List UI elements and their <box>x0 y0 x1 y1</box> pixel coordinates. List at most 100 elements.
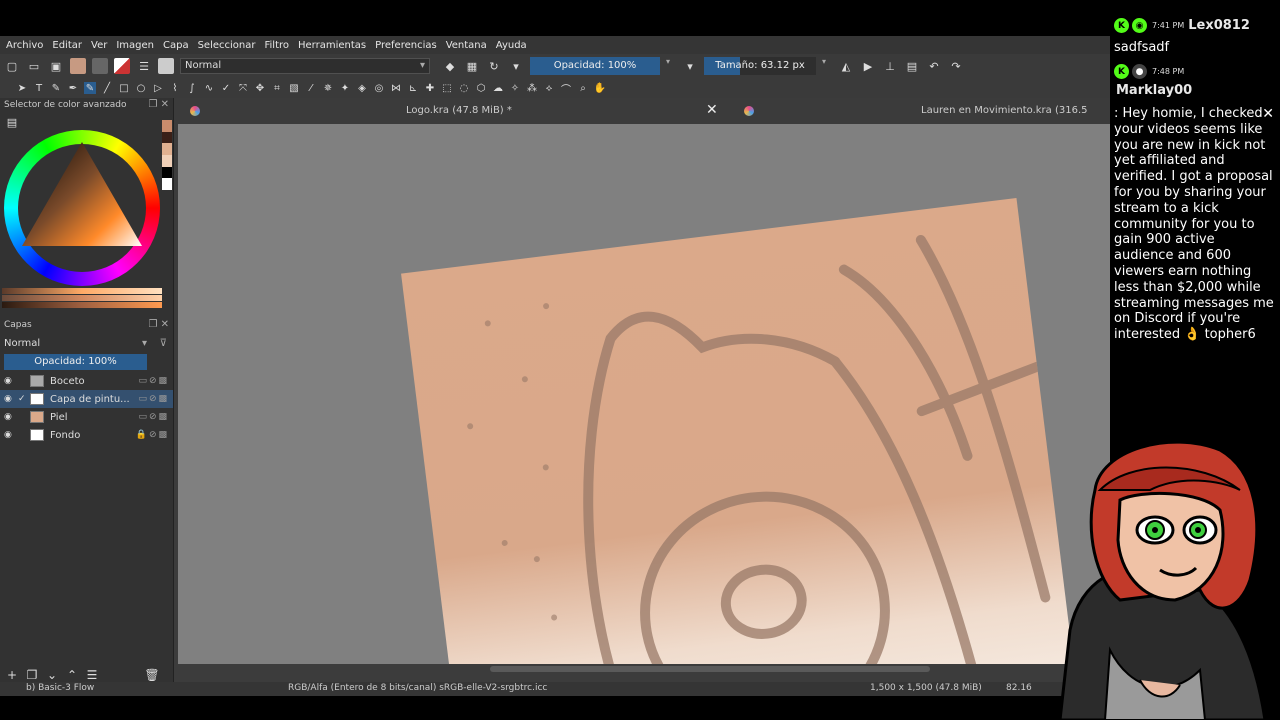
color-picker-icon[interactable]: ⁄ <box>305 82 317 94</box>
brush-preset-thumb[interactable] <box>158 58 174 74</box>
transform-tool-icon[interactable]: ⤧ <box>237 82 249 94</box>
dropdown-icon[interactable]: ▾ <box>508 58 524 74</box>
visibility-eye-icon[interactable]: ◉ <box>4 376 18 386</box>
menu-ventana[interactable]: Ventana <box>446 40 487 51</box>
dynamic-brush-icon[interactable]: ✓ <box>220 82 232 94</box>
menu-filtro[interactable]: Filtro <box>264 40 289 51</box>
open-folder-icon[interactable]: ▭ <box>26 58 42 74</box>
bezier-select-icon[interactable]: ⟡ <box>543 82 555 94</box>
layer-properties-icon[interactable]: ☰ <box>86 667 98 683</box>
assistant-tool-icon[interactable]: ⋈ <box>390 82 402 94</box>
alpha-lock-icon[interactable]: ▦ <box>464 58 480 74</box>
duplicate-layer-icon[interactable]: ❐ <box>26 667 38 683</box>
size-slider[interactable]: Tamaño: 63.12 px <box>704 57 816 75</box>
close-icon[interactable]: ✕ <box>1262 106 1274 122</box>
canvas-area[interactable] <box>178 124 1110 664</box>
freehand-path-icon[interactable]: ∿ <box>203 82 215 94</box>
save-icon[interactable]: ▣ <box>48 58 64 74</box>
brush-presets-icon[interactable]: ☰ <box>136 58 152 74</box>
ellipse-tool-icon[interactable]: ○ <box>135 82 147 94</box>
grid-icon[interactable]: ▤ <box>904 58 920 74</box>
menu-editar[interactable]: Editar <box>52 40 82 51</box>
reference-tool-icon[interactable]: ✚ <box>424 82 436 94</box>
menu-seleccionar[interactable]: Seleccionar <box>198 40 256 51</box>
visibility-eye-icon[interactable]: ◉ <box>4 394 18 404</box>
colorize-mask-icon[interactable]: ✵ <box>322 82 334 94</box>
layer-lock-alpha-icon[interactable]: ▭⊘▩ <box>138 412 169 422</box>
tab-lauren-kra[interactable]: Lauren en Movimiento.kra (316.5 MiB) <box>921 98 1110 142</box>
menu-ayuda[interactable]: Ayuda <box>496 40 527 51</box>
mirror-horizontal-icon[interactable]: ◭ <box>838 58 854 74</box>
ellipse-select-icon[interactable]: ◌ <box>458 82 470 94</box>
layer-blend-select[interactable]: Normal ▾ ⊽ <box>4 334 169 352</box>
text-tool-icon[interactable]: T <box>33 82 45 94</box>
move-down-icon[interactable]: ⌄ <box>46 667 58 683</box>
smart-patch-icon[interactable]: ✦ <box>339 82 351 94</box>
magnetic-select-icon[interactable]: ⌒ <box>560 82 572 96</box>
delete-layer-icon[interactable]: 🗑 <box>144 667 159 683</box>
recent-colors-strip[interactable] <box>162 120 172 191</box>
blend-mode-select[interactable]: Normal <box>180 58 430 74</box>
eraser-icon[interactable]: ◆ <box>442 58 458 74</box>
menu-herramientas[interactable]: Herramientas <box>298 40 366 51</box>
redo-icon[interactable]: ↷ <box>948 58 964 74</box>
gradient-swatch[interactable] <box>92 58 108 74</box>
layer-row[interactable]: ◉ Piel ▭⊘▩ <box>0 408 173 426</box>
undo-icon[interactable]: ↶ <box>926 58 942 74</box>
add-layer-icon[interactable]: + <box>6 667 18 683</box>
polyline-tool-icon[interactable]: ⌇ <box>169 82 181 94</box>
rectangle-tool-icon[interactable]: □ <box>118 82 130 94</box>
tab-logo-kra[interactable]: Logo.kra (47.8 MiB) * <box>406 98 512 124</box>
crop-tool-icon[interactable]: ⌗ <box>271 82 283 94</box>
measure-tool-icon[interactable]: ⊾ <box>407 82 419 94</box>
color-settings-icon[interactable]: ▤ <box>4 114 20 130</box>
close-icon[interactable]: ✕ <box>706 102 718 118</box>
menu-archivo[interactable]: Archivo <box>6 40 43 51</box>
layer-lock-alpha-icon[interactable]: ▭⊘▩ <box>138 376 169 386</box>
polygon-tool-icon[interactable]: ▷ <box>152 82 164 94</box>
layer-row[interactable]: ◉ Boceto ▭⊘▩ <box>0 372 173 390</box>
menu-imagen[interactable]: Imagen <box>116 40 154 51</box>
brush-tool-icon[interactable]: ✎ <box>84 82 96 94</box>
shade-sliders[interactable] <box>2 288 162 308</box>
wrap-icon[interactable]: ⊥ <box>882 58 898 74</box>
dock-float-close-icon[interactable]: ❐ ✕ <box>148 99 169 110</box>
polygon-select-icon[interactable]: ⬡ <box>475 82 487 94</box>
fg-bg-color-swatch[interactable] <box>114 58 130 74</box>
chevron-down-icon[interactable]: ▾ <box>142 338 147 349</box>
opacity-slider[interactable]: Opacidad: 100% <box>530 57 660 75</box>
menu-preferencias[interactable]: Preferencias <box>375 40 437 51</box>
similar-select-icon[interactable]: ⁂ <box>526 82 538 94</box>
bezier-tool-icon[interactable]: ∫ <box>186 82 198 94</box>
layer-opacity-slider[interactable]: Opacidad: 100% <box>4 354 147 370</box>
opacity-spin-icon[interactable]: ▾ <box>666 57 674 75</box>
move-tool-icon[interactable]: ✥ <box>254 82 266 94</box>
layer-row[interactable]: ◉ ✓ Capa de pintu... ▭⊘▩ <box>0 390 173 408</box>
edit-shapes-icon[interactable]: ✎ <box>50 82 62 94</box>
enclose-fill-icon[interactable]: ◎ <box>373 82 385 94</box>
menu-ver[interactable]: Ver <box>91 40 107 51</box>
layer-row[interactable]: ◉ Fondo 🔒⊘▩ <box>0 426 173 444</box>
pan-tool-icon[interactable]: ✋ <box>594 82 606 94</box>
horizontal-scrollbar[interactable] <box>490 666 930 672</box>
menu-capa[interactable]: Capa <box>163 40 189 51</box>
dropdown-icon[interactable]: ▾ <box>682 58 698 74</box>
select-tool-icon[interactable]: ➤ <box>16 82 28 94</box>
move-up-icon[interactable]: ⌃ <box>66 667 78 683</box>
mirror-vertical-icon[interactable]: ▶ <box>860 58 876 74</box>
gradient-tool-icon[interactable]: ▧ <box>288 82 300 94</box>
pattern-swatch[interactable] <box>70 58 86 74</box>
document-image[interactable] <box>401 198 1075 664</box>
dock-float-close-icon[interactable]: ❐ ✕ <box>148 319 169 330</box>
new-document-icon[interactable]: ▢ <box>4 58 20 74</box>
layer-lock-alpha-icon[interactable]: ▭⊘▩ <box>138 394 169 404</box>
visibility-eye-icon[interactable]: ◉ <box>4 430 18 440</box>
filter-icon[interactable]: ⊽ <box>160 338 167 349</box>
size-spin-icon[interactable]: ▾ <box>822 57 830 75</box>
calligraphy-icon[interactable]: ✒ <box>67 82 79 94</box>
lock-icon[interactable]: 🔒⊘▩ <box>136 430 169 440</box>
visibility-eye-icon[interactable]: ◉ <box>4 412 18 422</box>
line-tool-icon[interactable]: ╱ <box>101 82 113 94</box>
rect-select-icon[interactable]: ⬚ <box>441 82 453 94</box>
fill-tool-icon[interactable]: ◈ <box>356 82 368 94</box>
